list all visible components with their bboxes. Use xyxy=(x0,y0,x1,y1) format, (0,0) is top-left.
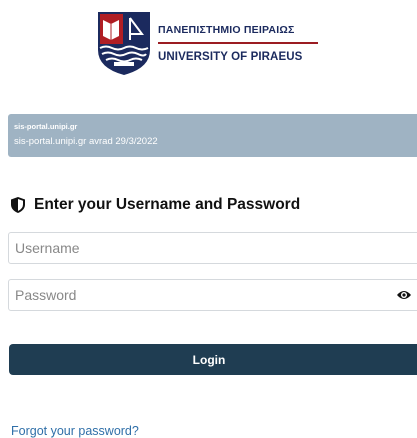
username-input[interactable] xyxy=(9,233,381,263)
shield-icon xyxy=(11,197,25,213)
login-heading: Enter your Username and Password xyxy=(10,196,300,214)
login-button[interactable]: Login xyxy=(9,344,417,375)
logo-divider xyxy=(158,42,318,44)
university-logo: ΠΑΝΕΠΙΣΤΗΜΙΟ ΠΕΙΡΑΙΩΣ UNIVERSITY OF PIRA… xyxy=(96,10,326,78)
login-heading-text: Enter your Username and Password xyxy=(34,196,301,213)
logo-greek-name: ΠΑΝΕΠΙΣΤΗΜΙΟ ΠΕΙΡΑΙΩΣ xyxy=(158,24,295,36)
announcement-title: sis-portal.unipi.gr xyxy=(14,122,78,131)
password-input[interactable] xyxy=(9,280,381,310)
announcement-body: sis-portal.unipi.gr avrad 29/3/2022 xyxy=(14,136,158,147)
login-button-label: Login xyxy=(192,352,226,367)
password-field[interactable] xyxy=(8,279,417,311)
username-field[interactable] xyxy=(8,232,417,264)
forgot-password-link[interactable]: Forgot your password? xyxy=(11,424,139,438)
logo-english-name: UNIVERSITY OF PIRAEUS xyxy=(158,51,303,63)
university-emblem-icon xyxy=(98,12,150,75)
eye-icon[interactable] xyxy=(396,289,412,301)
announcement-banner: sis-portal.unipi.gr sis-portal.unipi.gr … xyxy=(8,114,417,157)
